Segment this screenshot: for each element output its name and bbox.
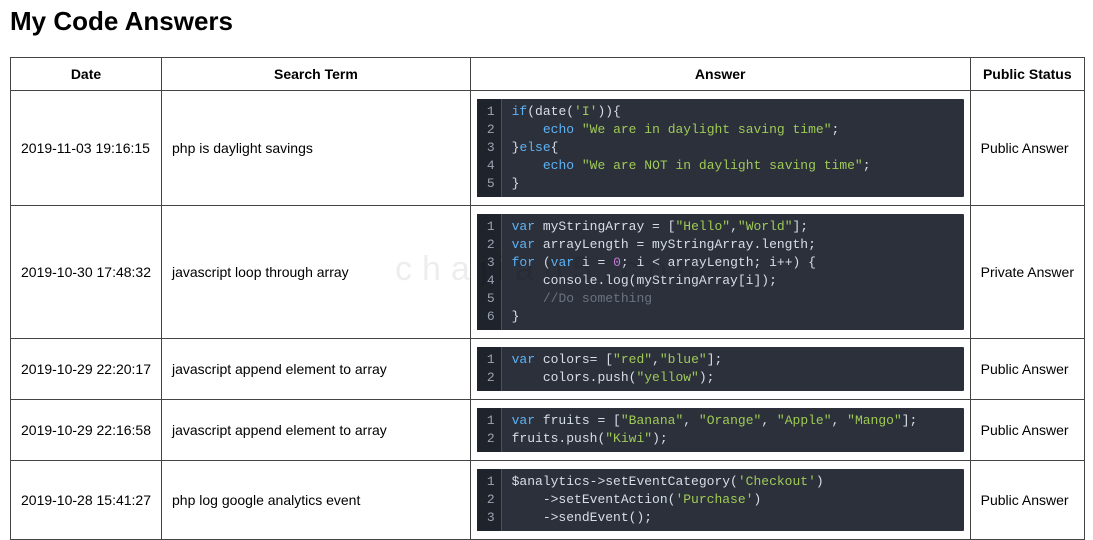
code-gutter: 12345 xyxy=(477,99,502,197)
code-gutter: 12 xyxy=(477,347,502,391)
cell-search-term: javascript append element to array xyxy=(162,400,471,461)
cell-answer: 12var colors= ["red","blue"]; colors.pus… xyxy=(470,339,970,400)
code-gutter: 123 xyxy=(477,469,502,531)
code-gutter: 12 xyxy=(477,408,502,452)
col-search-term: Search Term xyxy=(162,58,471,91)
code-lines: if(date('I')){ echo "We are in daylight … xyxy=(502,99,881,197)
code-lines: var myStringArray = ["Hello","World"];va… xyxy=(502,214,826,330)
cell-search-term: php is daylight savings xyxy=(162,91,471,206)
code-gutter: 123456 xyxy=(477,214,502,330)
cell-status: Public Answer xyxy=(970,91,1084,206)
code-lines: $analytics->setEventCategory('Checkout')… xyxy=(502,469,834,531)
cell-status: Public Answer xyxy=(970,400,1084,461)
cell-date: 2019-10-29 22:20:17 xyxy=(11,339,162,400)
page-title: My Code Answers xyxy=(10,6,1083,37)
table-row: 2019-10-29 22:16:58javascript append ele… xyxy=(11,400,1085,461)
cell-date: 2019-11-03 19:16:15 xyxy=(11,91,162,206)
cell-search-term: php log google analytics event xyxy=(162,461,471,540)
table-header-row: Date Search Term Answer Public Status xyxy=(11,58,1085,91)
col-answer: Answer xyxy=(470,58,970,91)
table-row: 2019-10-30 17:48:32javascript loop throu… xyxy=(11,206,1085,339)
code-block: 12var colors= ["red","blue"]; colors.pus… xyxy=(477,347,964,391)
cell-status: Public Answer xyxy=(970,461,1084,540)
cell-answer: 123456var myStringArray = ["Hello","Worl… xyxy=(470,206,970,339)
cell-answer: 12345if(date('I')){ echo "We are in dayl… xyxy=(470,91,970,206)
col-status: Public Status xyxy=(970,58,1084,91)
cell-date: 2019-10-30 17:48:32 xyxy=(11,206,162,339)
code-lines: var fruits = ["Banana", "Orange", "Apple… xyxy=(502,408,928,452)
cell-date: 2019-10-28 15:41:27 xyxy=(11,461,162,540)
table-row: 2019-10-28 15:41:27php log google analyt… xyxy=(11,461,1085,540)
code-block: 123$analytics->setEventCategory('Checkou… xyxy=(477,469,964,531)
table-row: 2019-10-29 22:20:17javascript append ele… xyxy=(11,339,1085,400)
col-date: Date xyxy=(11,58,162,91)
code-block: 12var fruits = ["Banana", "Orange", "App… xyxy=(477,408,964,452)
cell-answer: 12var fruits = ["Banana", "Orange", "App… xyxy=(470,400,970,461)
cell-search-term: javascript append element to array xyxy=(162,339,471,400)
cell-answer: 123$analytics->setEventCategory('Checkou… xyxy=(470,461,970,540)
cell-status: Private Answer xyxy=(970,206,1084,339)
answers-table: Date Search Term Answer Public Status 20… xyxy=(10,57,1085,540)
code-block: 123456var myStringArray = ["Hello","Worl… xyxy=(477,214,964,330)
cell-date: 2019-10-29 22:16:58 xyxy=(11,400,162,461)
cell-status: Public Answer xyxy=(970,339,1084,400)
code-block: 12345if(date('I')){ echo "We are in dayl… xyxy=(477,99,964,197)
cell-search-term: javascript loop through array xyxy=(162,206,471,339)
table-row: 2019-11-03 19:16:15php is daylight savin… xyxy=(11,91,1085,206)
code-lines: var colors= ["red","blue"]; colors.push(… xyxy=(502,347,733,391)
